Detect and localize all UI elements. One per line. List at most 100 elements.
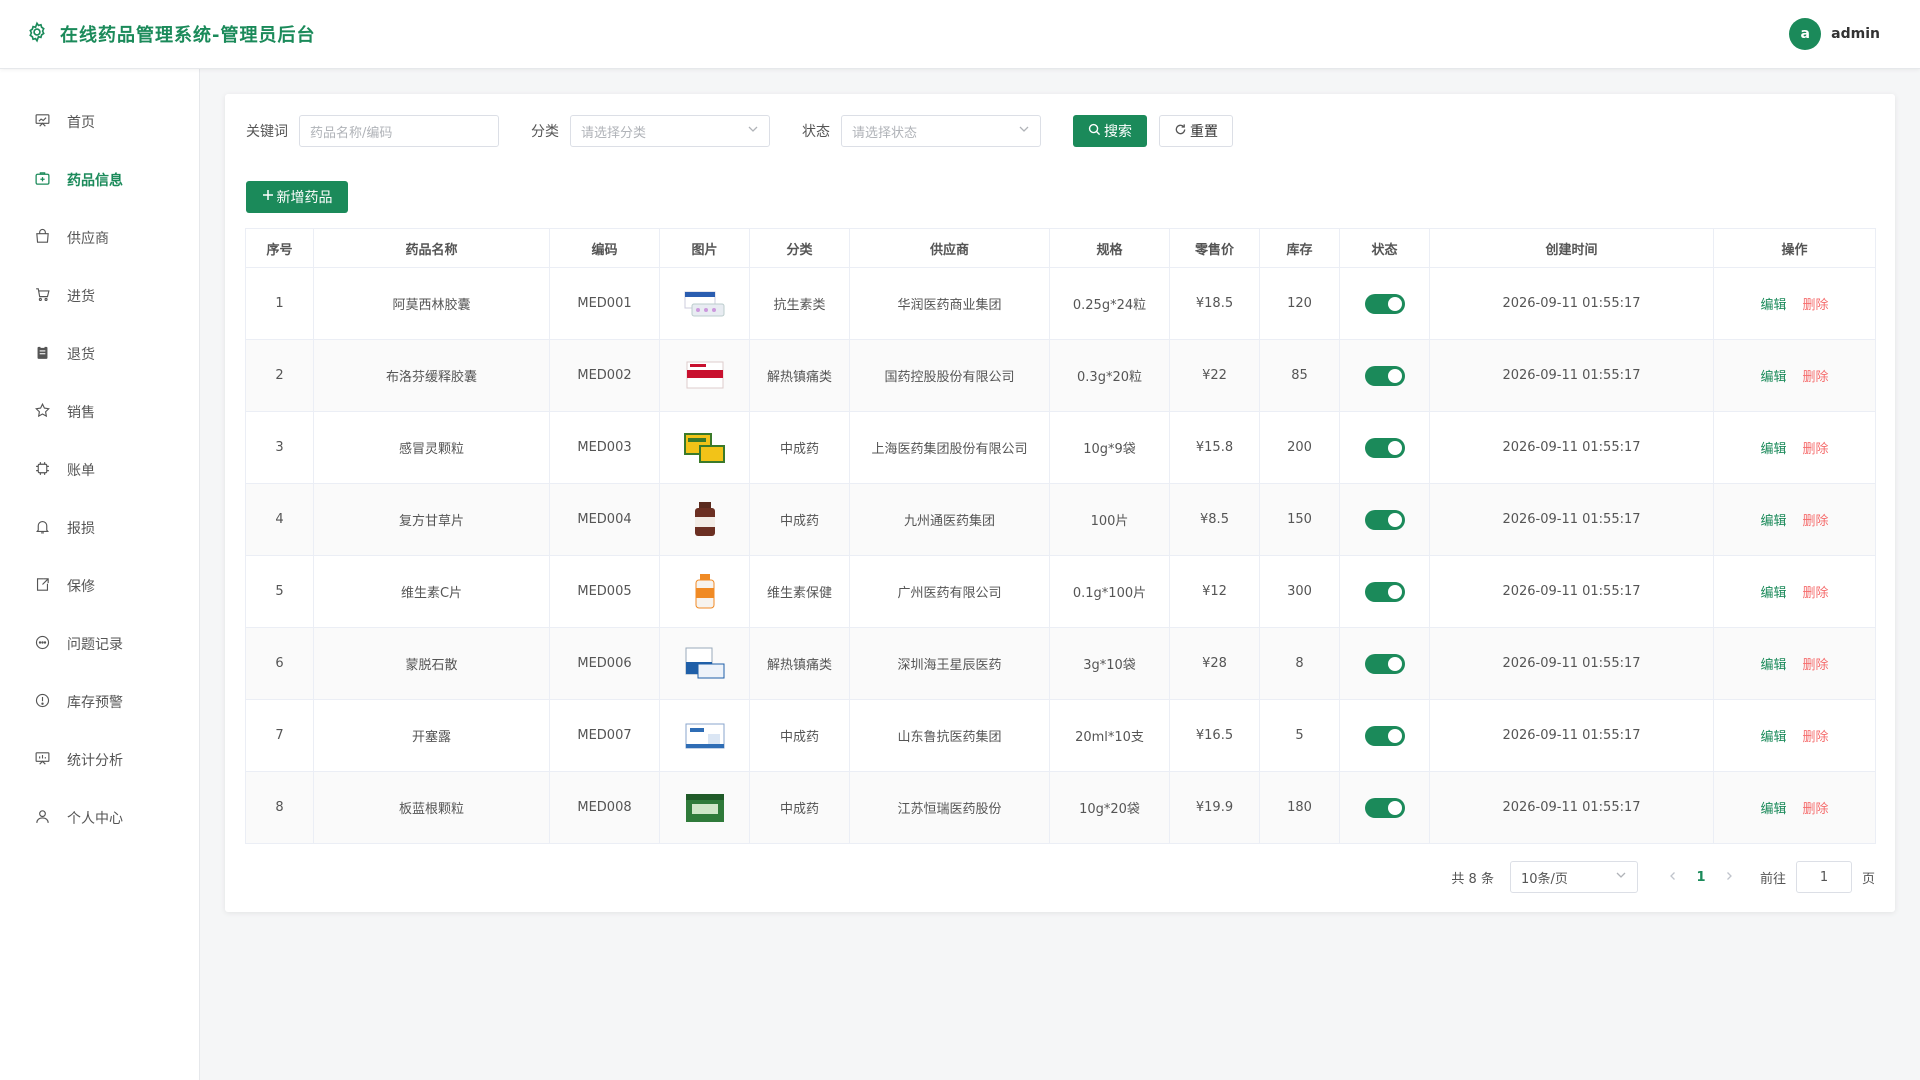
cell-price: ¥12 [1169, 555, 1260, 628]
delete-button[interactable]: 删除 [1803, 298, 1829, 313]
table-row: 5 维生素C片 MED005 维生素保健 广州医药有限公司 0.1g*100片 … [245, 555, 1876, 628]
delete-button[interactable]: 删除 [1803, 442, 1829, 457]
header-no: 序号 [245, 228, 314, 268]
reset-button[interactable]: 重置 [1159, 115, 1233, 147]
next-page-button[interactable] [1714, 869, 1744, 885]
cell-spec: 10g*9袋 [1049, 411, 1170, 484]
edit-button[interactable]: 编辑 [1760, 586, 1786, 601]
status-toggle[interactable] [1364, 581, 1405, 602]
cell-code: MED003 [549, 411, 660, 484]
prev-page-button[interactable] [1658, 869, 1688, 885]
edit-button[interactable]: 编辑 [1760, 298, 1786, 313]
edit-button[interactable]: 编辑 [1760, 370, 1786, 385]
cell-created: 2026-09-11 01:55:17 [1429, 411, 1714, 484]
cell-created: 2026-09-11 01:55:17 [1429, 339, 1714, 412]
cell-created: 2026-09-11 01:55:17 [1429, 483, 1714, 556]
keyword-input[interactable]: 药品名称/编码 [299, 115, 499, 147]
sidebar-item-stock-warning[interactable]: 库存预警 [0, 673, 199, 731]
page-suffix: 页 [1861, 871, 1875, 887]
delete-button[interactable]: 删除 [1803, 802, 1829, 817]
status-toggle[interactable] [1364, 437, 1405, 458]
header-code: 编码 [549, 228, 660, 268]
page-size-value: 10条/页 [1520, 871, 1568, 887]
sidebar-item-label: 供应商 [67, 231, 109, 247]
status-toggle[interactable] [1364, 509, 1405, 530]
edit-button[interactable]: 编辑 [1760, 658, 1786, 673]
cell-code: MED001 [549, 267, 660, 340]
edit-button[interactable]: 编辑 [1760, 730, 1786, 745]
status-toggle[interactable] [1364, 365, 1405, 386]
medicine-thumbnail[interactable] [682, 500, 728, 540]
sidebar-item-loss-report[interactable]: 报损 [0, 499, 199, 557]
delete-button[interactable]: 删除 [1803, 370, 1829, 385]
medicine-thumbnail[interactable] [682, 356, 728, 396]
cell-spec: 10g*20袋 [1049, 771, 1170, 844]
delete-button[interactable]: 删除 [1803, 586, 1829, 601]
add-medicine-button[interactable]: 新增药品 [246, 181, 348, 213]
cell-name: 布洛芬缓释胶囊 [313, 339, 550, 412]
page-size-select[interactable]: 10条/页 [1509, 861, 1638, 893]
delete-button[interactable]: 删除 [1803, 514, 1829, 529]
edit-button[interactable]: 编辑 [1760, 442, 1786, 457]
cell-image [659, 771, 750, 844]
header-price: 零售价 [1169, 228, 1260, 268]
cell-image [659, 483, 750, 556]
medicine-thumbnail[interactable] [682, 644, 728, 684]
medicine-kit-icon [34, 170, 51, 191]
cell-spec: 0.1g*100片 [1049, 555, 1170, 628]
sidebar-item-profile[interactable]: 个人中心 [0, 789, 199, 847]
sidebar-item-issues[interactable]: 问题记录 [0, 615, 199, 673]
header-stock: 库存 [1259, 228, 1340, 268]
cell-status [1339, 483, 1430, 556]
sidebar-item-medicine-info[interactable]: 药品信息 [0, 151, 199, 209]
table-row: 2 布洛芬缓释胶囊 MED002 解热镇痛类 国药控股股份有限公司 0.3g*2… [245, 339, 1876, 412]
cell-no: 8 [245, 771, 314, 844]
cell-code: MED007 [549, 699, 660, 772]
sidebar-item-bill[interactable]: 账单 [0, 441, 199, 499]
cell-supplier: 江苏恒瑞医药股份 [849, 771, 1050, 844]
category-select[interactable]: 请选择分类 [570, 115, 770, 147]
gear-icon[interactable] [26, 21, 48, 47]
cell-spec: 20ml*10支 [1049, 699, 1170, 772]
medicine-thumbnail[interactable] [682, 788, 728, 828]
edit-button[interactable]: 编辑 [1760, 514, 1786, 529]
username[interactable]: admin [1831, 26, 1880, 42]
delete-button[interactable]: 删除 [1803, 658, 1829, 673]
medicine-thumbnail[interactable] [682, 716, 728, 756]
medicine-thumbnail[interactable] [682, 572, 728, 612]
medicine-thumbnail[interactable] [682, 284, 728, 324]
status-select[interactable]: 请选择状态 [841, 115, 1041, 147]
sidebar-item-return[interactable]: 退货 [0, 325, 199, 383]
cell-name: 开塞露 [313, 699, 550, 772]
sidebar-item-home[interactable]: 首页 [0, 93, 199, 151]
header-actions: 操作 [1713, 228, 1876, 268]
status-toggle[interactable] [1364, 725, 1405, 746]
goto-page-input[interactable] [1795, 861, 1852, 893]
cell-price: ¥19.9 [1169, 771, 1260, 844]
cell-status [1339, 699, 1430, 772]
sidebar-item-sales[interactable]: 销售 [0, 383, 199, 441]
cell-code: MED006 [549, 627, 660, 700]
medicine-thumbnail[interactable] [682, 428, 728, 468]
page-number[interactable]: 1 [1688, 870, 1714, 885]
edit-button[interactable]: 编辑 [1760, 802, 1786, 817]
sidebar-item-purchase[interactable]: 进货 [0, 267, 199, 325]
sidebar-item-supplier[interactable]: 供应商 [0, 209, 199, 267]
sidebar-item-warranty[interactable]: 保修 [0, 557, 199, 615]
sidebar-item-statistics[interactable]: 统计分析 [0, 731, 199, 789]
search-button[interactable]: 搜索 [1073, 115, 1147, 147]
delete-button[interactable]: 删除 [1803, 730, 1829, 745]
brand: 在线药品管理系统-管理员后台 [26, 21, 315, 47]
status-toggle[interactable] [1364, 653, 1405, 674]
cell-name: 板蓝根颗粒 [313, 771, 550, 844]
keyword-label: 关键词 [246, 124, 288, 140]
table-row: 6 蒙脱石散 MED006 解热镇痛类 深圳海王星辰医药 3g*10袋 ¥28 … [245, 627, 1876, 700]
status-toggle[interactable] [1364, 797, 1405, 818]
cell-price: ¥22 [1169, 339, 1260, 412]
header-supplier: 供应商 [849, 228, 1050, 268]
user-menu[interactable]: a admin [1789, 18, 1880, 50]
search-button-label: 搜索 [1104, 124, 1132, 140]
sidebar-item-label: 退货 [67, 347, 95, 363]
status-toggle[interactable] [1364, 293, 1405, 314]
avatar[interactable]: a [1789, 18, 1822, 50]
